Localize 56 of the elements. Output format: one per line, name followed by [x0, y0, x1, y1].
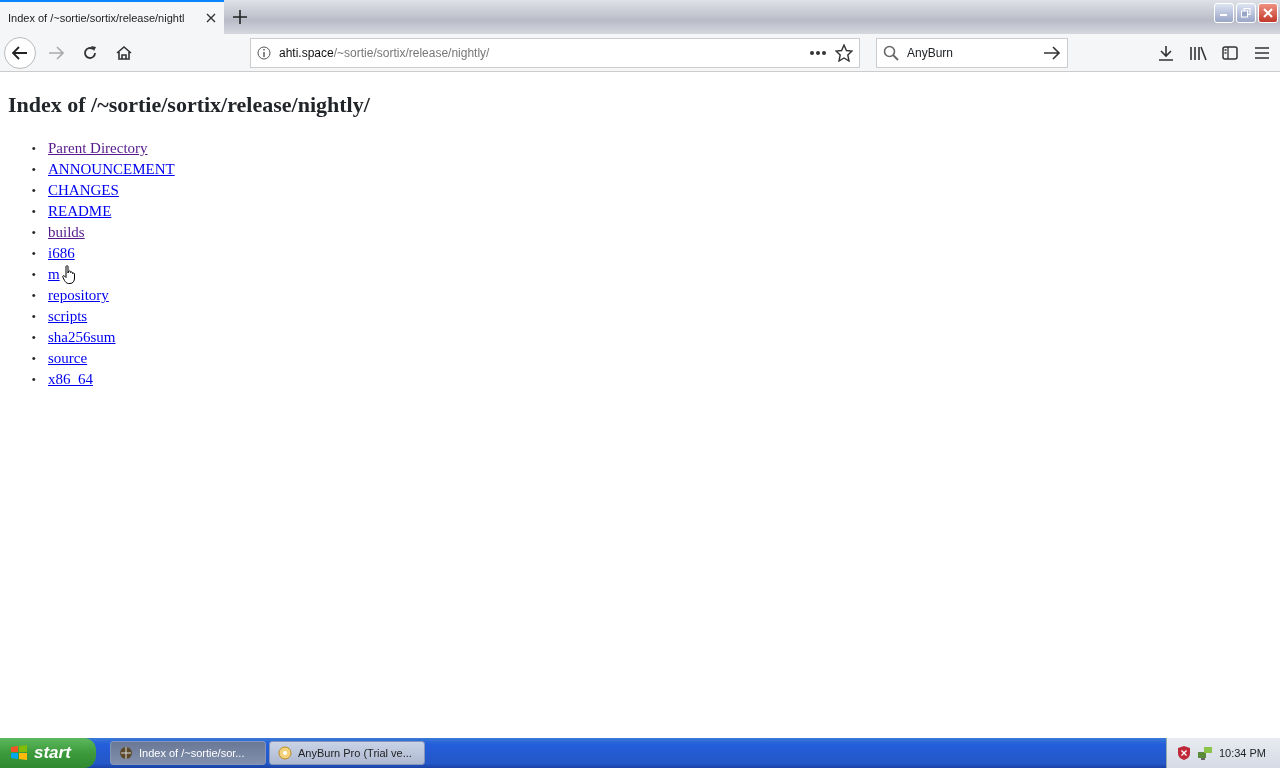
bullet: • [30, 245, 37, 264]
menu-icon[interactable] [1254, 45, 1270, 60]
shield-icon [1176, 745, 1191, 761]
bullet: • [30, 371, 37, 390]
reload-icon[interactable] [82, 44, 98, 61]
clock-text: 10:34 PM [1218, 745, 1266, 761]
back-button[interactable] [4, 36, 36, 69]
library-icon[interactable] [1189, 44, 1207, 61]
plus-icon[interactable] [233, 10, 247, 24]
search-icon [883, 44, 899, 61]
file-link[interactable]: ANNOUNCEMENT [48, 161, 175, 178]
file-link[interactable]: repository [48, 287, 109, 304]
bullet: • [30, 140, 37, 159]
file-link[interactable]: i686 [48, 245, 75, 262]
url-field[interactable]: ahti.space/~sortie/sortix/release/nightly/ [250, 37, 860, 68]
disc-icon [278, 746, 292, 760]
bullet: • [30, 350, 37, 369]
close-button[interactable] [1258, 3, 1278, 23]
taskbar-button[interactable]: Index of /~sortie/sor... [110, 741, 266, 765]
download-icon[interactable] [1158, 44, 1174, 61]
file-link[interactable]: sha256sum [48, 329, 116, 346]
bullet: • [30, 203, 37, 222]
browser-tab[interactable]: Index of /~sortie/sortix/release/nightl [0, 0, 224, 34]
more-icon[interactable] [809, 49, 827, 56]
file-link[interactable]: m [48, 266, 60, 283]
hand-cursor-icon [62, 265, 76, 286]
info-icon [257, 45, 271, 60]
windows-logo-icon [10, 744, 28, 762]
globe-icon [119, 746, 133, 760]
file-link[interactable]: Parent Directory [48, 140, 148, 157]
file-link[interactable]: scripts [48, 308, 88, 325]
bullet: • [30, 308, 37, 327]
file-link[interactable]: x86_64 [48, 371, 93, 388]
back-arrow-icon [12, 45, 28, 60]
file-link[interactable]: CHANGES [48, 182, 119, 199]
close-icon [1263, 8, 1273, 18]
bullet: • [30, 287, 37, 306]
bullet: • [30, 266, 37, 285]
bullet: • [30, 224, 37, 243]
bullet: • [30, 182, 37, 201]
network-icon [1196, 745, 1213, 761]
file-link[interactable]: builds [48, 224, 85, 241]
file-link[interactable]: source [48, 350, 88, 367]
close-icon[interactable] [206, 13, 216, 23]
arrow-icon[interactable] [1043, 45, 1061, 60]
file-link[interactable]: README [48, 203, 112, 220]
start-button[interactable]: start [0, 738, 96, 768]
star-icon[interactable] [835, 43, 853, 62]
home-icon[interactable] [116, 44, 132, 61]
bullet: • [30, 329, 37, 348]
sidebar-icon[interactable] [1222, 45, 1238, 60]
page-heading: Index of /~sortie/sortix/release/nightly/ [8, 92, 371, 119]
taskbar-button[interactable]: AnyBurn Pro (Trial ve... [269, 741, 425, 765]
search-field[interactable]: AnyBurn [876, 37, 1068, 68]
bullet: • [30, 161, 37, 180]
restore-icon [1241, 8, 1251, 18]
